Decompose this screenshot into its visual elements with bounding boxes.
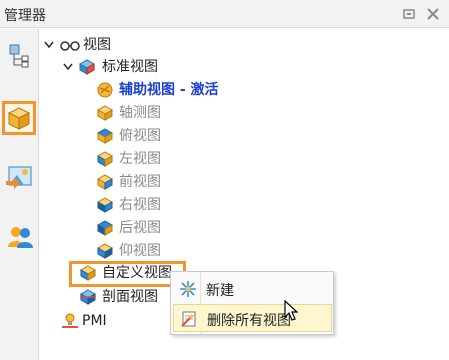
menu-item-label: 删除所有视图 [207,313,291,329]
scene-icon [6,166,32,189]
context-menu: 新建 删除所有视图 [170,271,334,335]
tree-label: 轴测图 [119,105,161,121]
tree-label: 辅助视图 - 激活 [119,82,219,98]
tree-label: 视图 [83,37,111,53]
mouse-pointer-icon [284,300,298,321]
delete-views-icon [181,311,196,327]
menu-item-label: 新建 [206,283,234,299]
users-tab[interactable] [2,219,36,253]
manager-icon-bar [0,29,39,360]
structure-icon [9,44,29,68]
close-icon [427,8,439,20]
menu-item-delete-all-views[interactable]: 删除所有视图 [173,304,332,332]
tree-label: 后视图 [119,220,161,236]
pmi-icon [62,313,78,328]
top-view-icon [97,128,113,144]
view-cube-icon [7,107,31,130]
auxiliary-view-icon [97,82,113,98]
views-tab[interactable] [2,101,36,135]
glasses-icon [60,41,80,51]
structure-tab[interactable] [2,39,36,73]
tree-label: 仰视图 [119,243,161,259]
scene-tab[interactable] [2,159,36,193]
standard-views-icon [79,59,95,75]
chevron-down-icon[interactable] [62,61,74,73]
tree-label: 前视图 [119,174,161,190]
back-view-icon [97,220,113,236]
users-icon [8,227,33,248]
left-view-icon [97,151,113,167]
manager-titlebar: 管理器 [0,0,449,28]
chevron-down-icon[interactable] [43,39,55,51]
restore-button[interactable] [402,7,417,21]
section-views-icon [80,289,96,305]
bottom-view-icon [97,243,113,259]
panel-title: 管理器 [4,8,46,24]
right-view-icon [97,197,113,213]
close-button[interactable] [426,7,441,21]
front-view-icon [97,174,113,190]
restore-icon [403,9,415,19]
tree-label: 俯视图 [119,128,161,144]
tree-label: 标准视图 [102,59,158,75]
tree-label: 右视图 [119,197,161,213]
sparkle-new-icon [180,281,196,297]
highlight-box [69,261,186,287]
isometric-view-icon [97,105,113,121]
menu-item-new[interactable]: 新建 [173,275,332,303]
tree-label: 左视图 [119,151,161,167]
tree-label: 剖面视图 [102,289,158,305]
tree-label: PMI [82,313,107,329]
